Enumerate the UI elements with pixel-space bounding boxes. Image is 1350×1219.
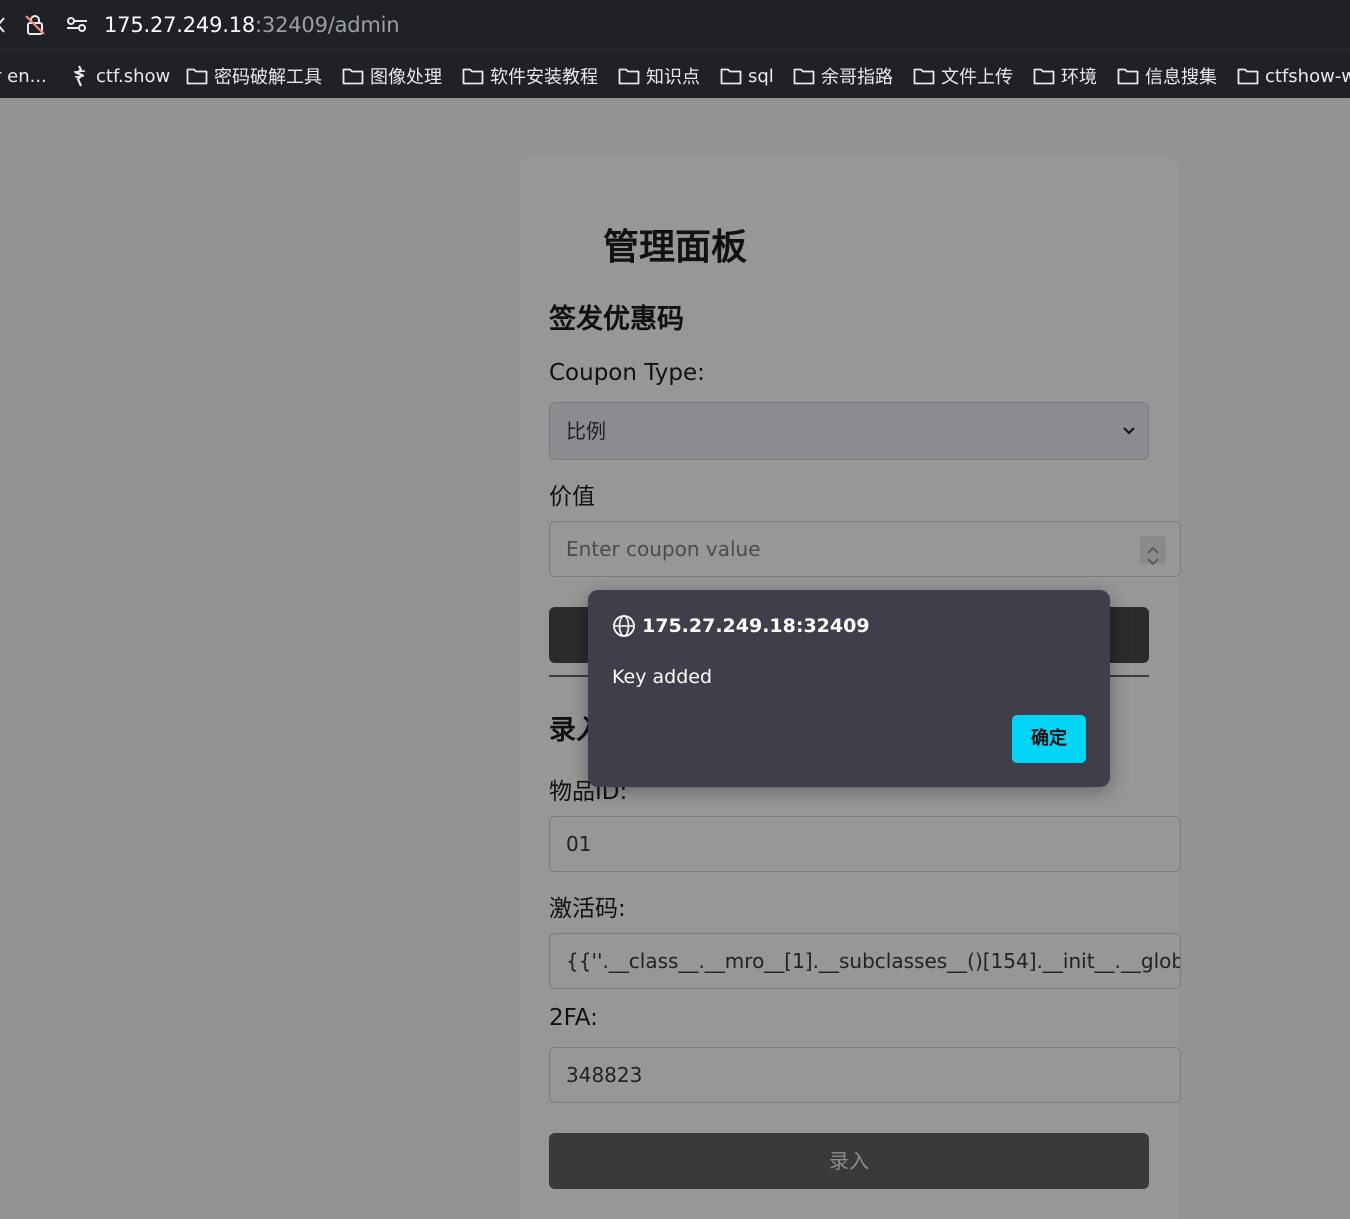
twofa-value: 348823 [566,1063,643,1087]
dialog-message: Key added [612,666,713,688]
folder-icon [462,68,484,85]
bookmark-label: 知识点 [646,67,700,88]
bookmark-item[interactable]: 环境 [1033,63,1097,89]
submit-entry-button[interactable]: 录入 [549,1133,1149,1189]
coupon-type-select[interactable]: 比例 [549,402,1149,460]
bookmark-label: 软件安装教程 [490,67,598,88]
chevron-down-icon [1123,427,1135,435]
bookmark-item[interactable]: 密码破解工具 [186,63,322,89]
spinner-arrows-icon [1147,546,1159,566]
bookmark-label: 图像处理 [370,67,442,88]
bookmark-label: ctfshow-w [1265,65,1350,87]
bookmark-label: 环境 [1061,67,1097,88]
folder-icon [186,68,208,85]
activation-code-input[interactable]: {{''.__class__.__mro__[1].__subclasses__… [549,933,1181,989]
alert-dialog: 175.27.249.18:32409 Key added 确定 [588,590,1110,787]
activation-code-label: 激活码: [549,896,626,922]
bookmark-label: ctf.show [96,65,171,87]
bookmark-item[interactable]: 信息搜集 [1117,63,1217,89]
bookmark-label: r en... [0,65,47,87]
bookmark-label: 余哥指路 [821,67,893,88]
folder-icon [793,68,815,85]
bookmark-item[interactable]: r en... [0,63,47,89]
folder-icon [1237,68,1259,85]
folder-icon [1117,68,1139,85]
bookmark-item[interactable]: ctfshow-w [1237,63,1350,89]
dialog-ok-button[interactable]: 确定 [1012,715,1086,763]
coupon-type-label: Coupon Type: [549,360,705,386]
number-spinner[interactable] [1140,536,1166,566]
folder-icon [618,68,640,85]
not-secure-icon[interactable] [22,12,48,38]
dialog-origin-text: 175.27.249.18:32409 [642,615,870,637]
folder-icon [342,68,364,85]
site-settings-icon[interactable] [64,12,90,38]
folder-icon [720,68,742,85]
ctfshow-logo-icon [73,65,86,87]
activation-code-value: {{''.__class__.__mro__[1].__subclasses__… [566,949,1181,973]
folder-icon [1033,68,1055,85]
coupon-value-label: 价值 [549,484,595,510]
url-path: :32409/admin [255,13,400,37]
twofa-input[interactable]: 348823 [549,1047,1181,1103]
back-arrow-icon[interactable] [0,12,8,38]
globe-icon [613,615,635,637]
page-title: 管理面板 [602,227,747,268]
bookmark-label: 文件上传 [941,67,1013,88]
bookmarks-bar: r en... ctf.show 密码破解工具 图像处理 软件安装教程 知识点 … [0,49,1350,98]
item-id-input[interactable]: 01 [549,816,1181,872]
address-bar: 175.27.249.18:32409/admin [0,0,1350,49]
bookmark-label: sql [748,65,774,87]
url-field[interactable]: 175.27.249.18:32409/admin [104,12,400,38]
bookmark-label: 密码破解工具 [214,67,322,88]
item-id-value: 01 [566,832,592,856]
bookmark-item[interactable]: 文件上传 [913,63,1013,89]
coupon-value-input[interactable]: Enter coupon value [549,521,1181,577]
bookmark-label: 信息搜集 [1145,67,1217,88]
dialog-origin: 175.27.249.18:32409 [612,614,870,638]
twofa-label: 2FA: [549,1005,598,1031]
bookmark-item[interactable]: ctf.show [70,63,170,89]
bookmark-item[interactable]: sql [720,63,774,89]
bookmark-item[interactable]: 图像处理 [342,63,442,89]
issue-coupon-heading: 签发优惠码 [549,304,684,335]
bookmark-item[interactable]: 软件安装教程 [462,63,598,89]
url-host: 175.27.249.18 [104,13,256,37]
coupon-type-value: 比例 [566,419,606,443]
bookmark-item[interactable]: 知识点 [618,63,700,89]
folder-icon [913,68,935,85]
bookmark-item[interactable]: 余哥指路 [793,63,893,89]
coupon-value-placeholder: Enter coupon value [566,537,761,561]
